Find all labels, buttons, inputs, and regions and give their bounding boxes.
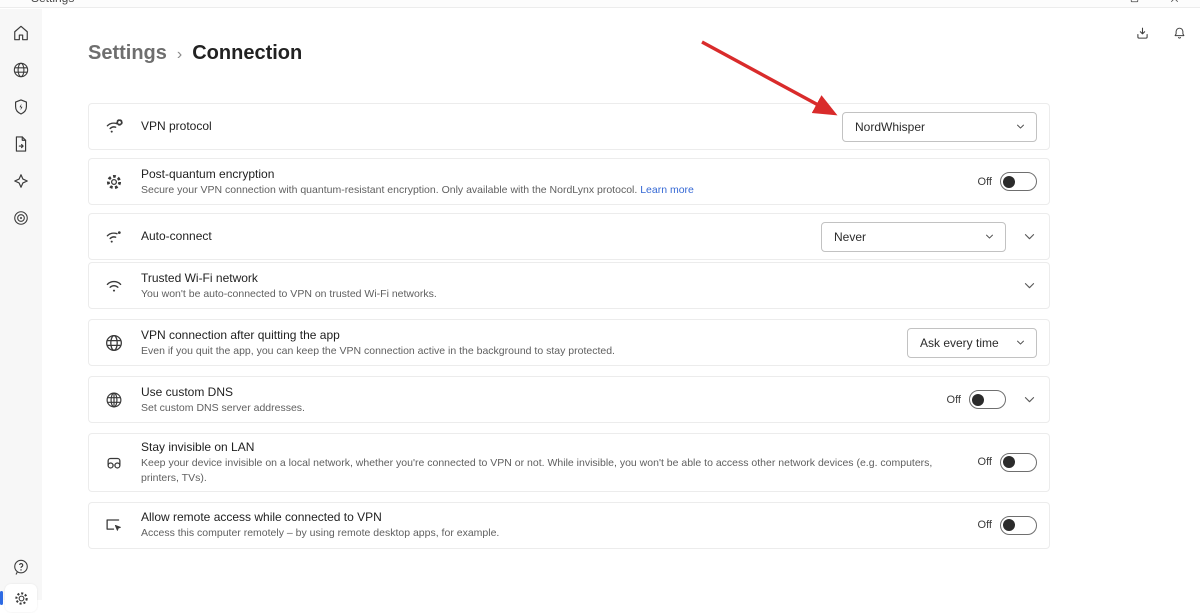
download-icon[interactable]: [1134, 25, 1151, 42]
vpn-protocol-value: NordWhisper: [855, 120, 925, 134]
row-trusted-wifi-network: Trusted Wi-Fi network You won't be auto-…: [88, 262, 1050, 309]
remote-access-toggle[interactable]: [1000, 516, 1037, 535]
toggle-state-label: Off: [978, 456, 992, 468]
row-description: Access this computer remotely – by using…: [141, 526, 966, 541]
row-allow-remote-access: Allow remote access while connected to V…: [88, 502, 1050, 549]
row-vpn-protocol: VPN protocol NordWhisper: [88, 103, 1050, 150]
wifi-auto-icon: [103, 226, 125, 248]
row-description: Secure your VPN connection with quantum-…: [141, 183, 966, 198]
row-title: Post-quantum encryption: [141, 166, 966, 182]
chevron-down-icon: [1015, 337, 1026, 348]
minimize-icon[interactable]: [1074, 0, 1114, 8]
breadcrumb: Settings › Connection: [88, 42, 302, 65]
sidebar-item-settings[interactable]: [5, 584, 37, 612]
remote-access-icon: [103, 514, 125, 536]
expand-chevron-icon[interactable]: [1022, 392, 1037, 407]
globe-icon[interactable]: [11, 60, 31, 80]
close-icon[interactable]: [1154, 0, 1194, 8]
learn-more-link[interactable]: Learn more: [640, 184, 694, 196]
row-stay-invisible-on-lan: Stay invisible on LAN Keep your device i…: [88, 433, 1050, 492]
help-icon[interactable]: [11, 557, 31, 577]
expand-chevron-icon[interactable]: [1022, 278, 1037, 293]
row-vpn-after-quitting: VPN connection after quitting the app Ev…: [88, 319, 1050, 366]
globe-icon: [103, 332, 125, 354]
window-titlebar: Settings: [0, 0, 1200, 8]
row-auto-connect: Auto-connect Never: [88, 213, 1050, 260]
auto-connect-dropdown[interactable]: Never: [821, 222, 1006, 252]
post-quantum-toggle[interactable]: [1000, 172, 1037, 191]
row-title: Auto-connect: [141, 228, 809, 244]
split-tunneling-file-icon[interactable]: [11, 134, 31, 154]
row-title: Allow remote access while connected to V…: [141, 509, 966, 525]
toggle-state-label: Off: [947, 394, 961, 406]
chevron-down-icon: [1015, 121, 1026, 132]
settings-gear-icon: [12, 589, 31, 608]
auto-connect-value: Never: [834, 230, 866, 244]
row-title: VPN protocol: [141, 118, 830, 134]
row-description: Keep your device invisible on a local ne…: [141, 456, 966, 485]
row-description: Set custom DNS server addresses.: [141, 401, 935, 416]
back-icon[interactable]: [6, 0, 19, 7]
row-title: Trusted Wi-Fi network: [141, 270, 1010, 286]
row-title: VPN connection after quitting the app: [141, 327, 895, 343]
row-post-quantum-encryption: Post-quantum encryption Secure your VPN …: [88, 158, 1050, 205]
settings-connection-page: Settings › Connection VPN protocol NordW…: [42, 9, 1200, 600]
vpn-after-quitting-value: Ask every time: [920, 336, 999, 350]
row-title: Stay invisible on LAN: [141, 439, 966, 455]
lan-invisible-icon: [103, 451, 125, 473]
row-description: You won't be auto-connected to VPN on tr…: [141, 287, 1010, 302]
meshnet-icon[interactable]: [11, 171, 31, 191]
home-icon[interactable]: [11, 23, 31, 43]
quantum-gear-icon: [103, 171, 125, 193]
page-title: Connection: [192, 42, 302, 65]
breadcrumb-separator: ›: [177, 46, 182, 64]
maximize-icon[interactable]: [1114, 0, 1154, 8]
lan-invisible-toggle[interactable]: [1000, 453, 1037, 472]
dedicated-ip-target-icon[interactable]: [11, 208, 31, 228]
sidebar: [0, 9, 42, 600]
chevron-down-icon: [984, 231, 995, 242]
toggle-state-label: Off: [978, 519, 992, 531]
row-use-custom-dns: Use custom DNS Set custom DNS server add…: [88, 376, 1050, 423]
toggle-state-label: Off: [978, 176, 992, 188]
threat-protection-shield-icon[interactable]: [11, 97, 31, 117]
vpn-protocol-dropdown[interactable]: NordWhisper: [842, 112, 1037, 142]
wifi-icon: [103, 275, 125, 297]
dns-globe-icon: [103, 389, 125, 411]
vpn-after-quitting-dropdown[interactable]: Ask every time: [907, 328, 1037, 358]
wifi-gear-icon: [103, 116, 125, 138]
breadcrumb-settings[interactable]: Settings: [88, 42, 167, 65]
notifications-bell-icon[interactable]: [1171, 25, 1188, 42]
window-title: Settings: [31, 0, 74, 5]
row-title: Use custom DNS: [141, 384, 935, 400]
active-indicator: [0, 591, 3, 605]
custom-dns-toggle[interactable]: [969, 390, 1006, 409]
expand-chevron-icon[interactable]: [1022, 229, 1037, 244]
row-description: Even if you quit the app, you can keep t…: [141, 344, 895, 359]
